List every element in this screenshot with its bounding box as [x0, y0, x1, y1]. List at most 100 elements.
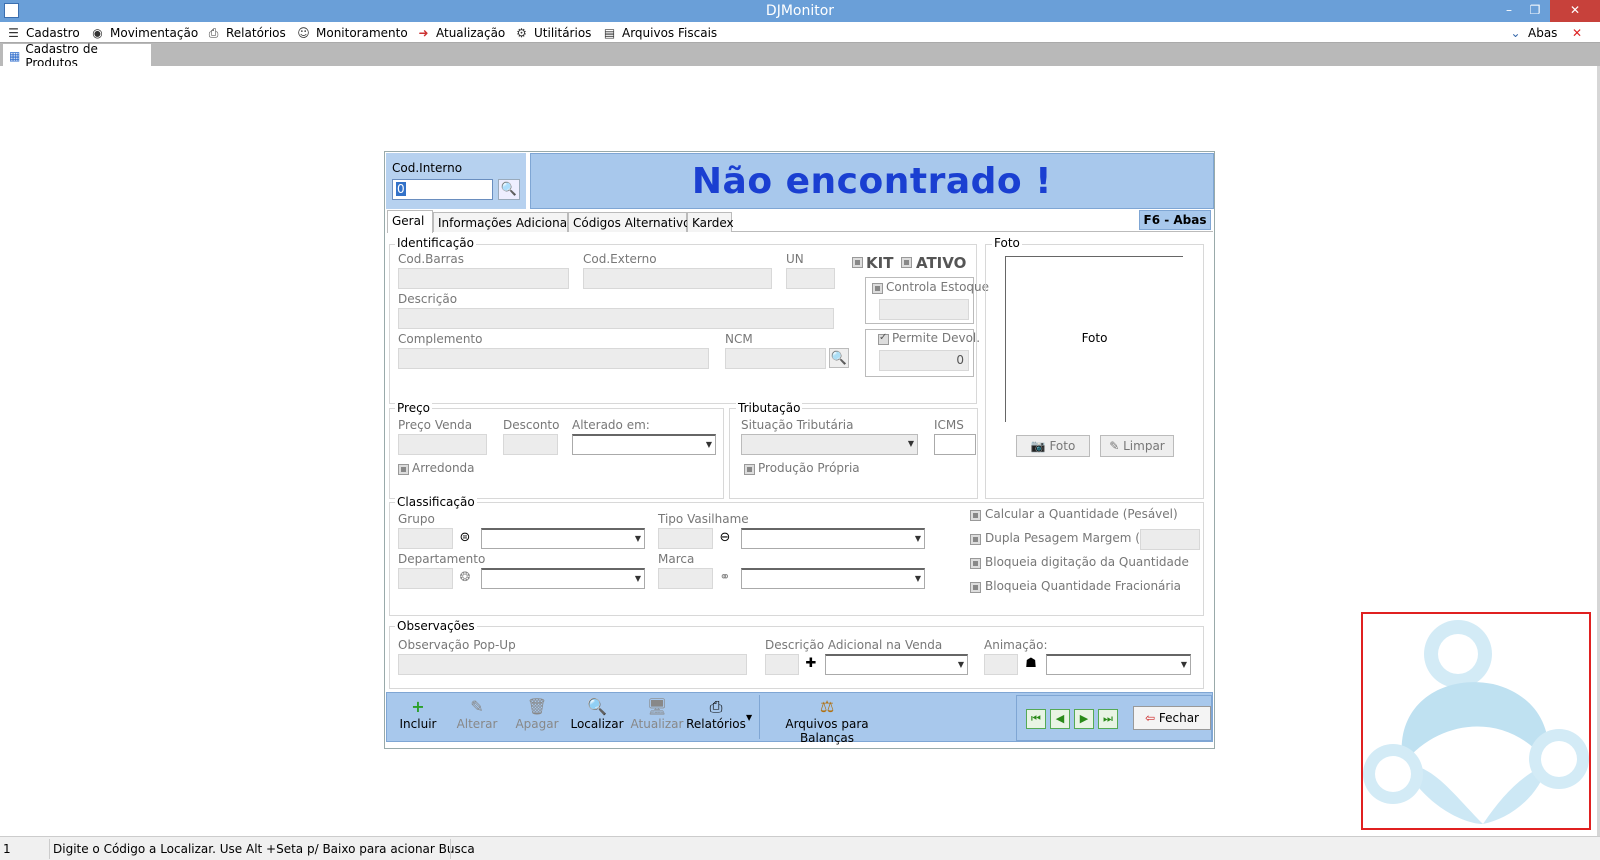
chevron-down-icon: ▼ [957, 660, 964, 669]
next-record-icon[interactable]: ▶ [1074, 709, 1094, 729]
departamento-select[interactable]: ▼ [481, 568, 645, 589]
vasilhame-lookup-icon[interactable]: ⊖ [715, 528, 735, 548]
atualizar-button[interactable]: 🖥 Atualizar [627, 697, 687, 731]
apagar-button[interactable]: 🗑 Apagar [507, 697, 567, 731]
document-icon: ▤ [603, 25, 616, 40]
limpar-button[interactable]: ✎ Limpar [1100, 435, 1174, 457]
previous-record-icon[interactable]: ◀ [1050, 709, 1070, 729]
bloqueia-fracionaria-checkbox[interactable] [970, 582, 981, 593]
observacoes-title: Observações [395, 619, 477, 633]
controla-estoque-label: Controla Estoque [886, 280, 990, 294]
departamento-lookup-icon[interactable]: ❂ [455, 568, 475, 588]
animacao-select[interactable]: ▼ [1046, 654, 1191, 675]
status-left: 1 [3, 842, 11, 856]
menu-monitoramento[interactable]: ☺ Monitoramento [296, 24, 407, 41]
tab-geral[interactable]: Geral [387, 210, 433, 233]
permite-devol-checkbox[interactable] [878, 332, 889, 345]
un-label: UN [786, 252, 804, 266]
controla-estoque-checkbox[interactable] [872, 283, 883, 294]
grupo-code-field[interactable] [398, 528, 453, 549]
menu-movimentacao[interactable]: ◉ Movimentação [90, 24, 198, 41]
menu-utilitarios[interactable]: ⚙ Utilitários [514, 24, 591, 41]
localizar-button[interactable]: 🔍 Localizar [567, 697, 627, 731]
un-field[interactable] [786, 268, 835, 289]
chevron-down-icon: ▼ [907, 439, 914, 448]
cod-externo-label: Cod.Externo [583, 252, 657, 266]
arquivos-balancas-button[interactable]: ⚖ Arquivos para Balanças [764, 697, 890, 745]
minimize-button[interactable]: – [1496, 0, 1522, 22]
trash-icon: 🗑 [526, 697, 548, 716]
ativo-checkbox[interactable] [901, 257, 912, 268]
descricao-adicional-select[interactable]: ▼ [825, 654, 968, 675]
tab-kardex[interactable]: Kardex [687, 212, 734, 232]
bloqueia-digitacao-checkbox[interactable] [970, 558, 981, 569]
exit-icon: ⇦ [1144, 711, 1156, 725]
cod-interno-label: Cod.Interno [392, 161, 463, 175]
grupo-lookup-icon[interactable]: ⊜ [455, 528, 475, 548]
dupla-pesagem-field[interactable] [1140, 529, 1200, 550]
producao-propria-checkbox[interactable] [744, 464, 755, 475]
tab-codigos-alternativos[interactable]: Códigos Alternativos [568, 212, 697, 232]
incluir-button[interactable]: + Incluir [388, 697, 448, 731]
marca-select[interactable]: ▼ [741, 568, 925, 589]
tab-cadastro-produtos[interactable]: ▦ Cadastro de Produtos [3, 42, 151, 70]
controla-estoque-field[interactable] [879, 299, 969, 320]
icms-field[interactable] [934, 434, 976, 455]
menu-cadastro[interactable]: ☰ Cadastro [6, 24, 80, 41]
first-record-icon[interactable]: ⏮ [1026, 709, 1046, 729]
marca-code-field[interactable] [658, 568, 713, 589]
arredonda-checkbox[interactable] [398, 464, 409, 475]
relatorios-dropdown-icon[interactable]: ▼ [746, 713, 752, 722]
observacao-popup-field[interactable] [398, 654, 747, 675]
status-separator [450, 839, 451, 859]
descricao-adicional-code-field[interactable] [765, 654, 799, 675]
last-record-icon[interactable]: ⏭ [1098, 709, 1118, 729]
menu-label: Utilitários [534, 25, 592, 40]
tipo-vasilhame-code-field[interactable] [658, 528, 713, 549]
foto-button[interactable]: 📷 Foto [1016, 435, 1090, 457]
calcular-quantidade-checkbox[interactable] [970, 510, 981, 521]
cod-externo-field[interactable] [583, 268, 772, 289]
descricao-field[interactable] [398, 308, 834, 329]
close-tabs-icon[interactable]: ✕ [1572, 24, 1582, 41]
cod-barras-field[interactable] [398, 268, 569, 289]
preco-venda-label: Preço Venda [398, 418, 473, 432]
ncm-field[interactable] [725, 348, 826, 369]
user-icon: ☺ [297, 25, 310, 40]
dupla-pesagem-checkbox[interactable] [970, 534, 981, 545]
close-window-button[interactable]: ✕ [1550, 0, 1600, 22]
marca-lookup-icon[interactable]: ⚭ [715, 568, 735, 588]
limpar-button-label: Limpar [1123, 439, 1165, 453]
apagar-label: Apagar [515, 717, 559, 731]
cod-interno-input[interactable]: 0 [392, 179, 493, 200]
broom-icon: ✎ [1109, 439, 1120, 453]
complemento-field[interactable] [398, 348, 709, 369]
fechar-button[interactable]: ⇦ Fechar [1133, 706, 1211, 730]
relatorios-button[interactable]: ⎙ Relatórios [686, 697, 746, 731]
alterar-button[interactable]: ✎ Alterar [447, 697, 507, 731]
menu-relatorios[interactable]: ⎙ Relatórios [206, 24, 286, 41]
tab-informacoes-adicionais[interactable]: Informações Adicionais [433, 212, 577, 232]
permite-devol-field[interactable]: 0 [879, 350, 969, 371]
search-icon[interactable]: 🔍 [498, 179, 520, 200]
navigation-group: ⏮ ◀ ▶ ⏭ ⇦ Fechar [1016, 695, 1212, 741]
menu-bar: ☰ Cadastro ◉ Movimentação ⎙ Relatórios ☺ Mon… [0, 22, 1600, 42]
abas-toggle[interactable]: ⌄ Abas [1508, 24, 1557, 41]
desconto-field[interactable] [503, 434, 558, 455]
menu-arquivos-fiscais[interactable]: ▤ Arquivos Fiscais [602, 24, 717, 41]
kit-checkbox[interactable] [852, 257, 863, 268]
animation-icon[interactable]: ☗ [1021, 654, 1041, 674]
restore-button[interactable]: ❐ [1522, 0, 1548, 22]
grupo-select[interactable]: ▼ [481, 528, 645, 549]
add-icon[interactable]: ✚ [801, 654, 821, 674]
ncm-search-icon[interactable]: 🔍 [829, 348, 849, 368]
tipo-vasilhame-select[interactable]: ▼ [741, 528, 925, 549]
situacao-tributaria-select[interactable]: ▼ [741, 434, 918, 455]
menu-atualizacao[interactable]: ➜ Atualização [416, 24, 505, 41]
foto-title: Foto [992, 236, 1022, 250]
animacao-code-field[interactable] [984, 654, 1018, 675]
departamento-code-field[interactable] [398, 568, 453, 589]
preco-venda-field[interactable] [398, 434, 487, 455]
toolbar-separator [759, 695, 760, 739]
alterado-em-select[interactable]: ▼ [572, 434, 716, 455]
